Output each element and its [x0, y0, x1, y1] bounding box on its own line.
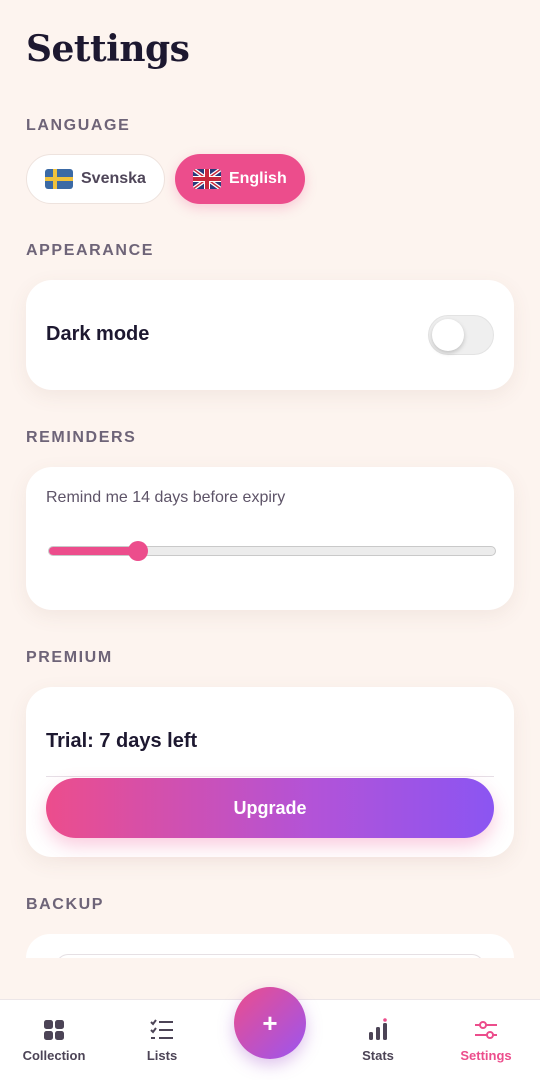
checklist-icon: [150, 1019, 173, 1039]
add-button[interactable]: +: [234, 987, 306, 1059]
toggle-knob: [432, 319, 464, 351]
grid-icon: [44, 1020, 64, 1040]
premium-section-label: PREMIUM: [26, 649, 113, 666]
dark-mode-label: Dark mode: [46, 323, 150, 345]
sweden-flag-icon: [45, 169, 73, 189]
tab-label: Stats: [362, 1048, 394, 1063]
reminder-description: Remind me 14 days before expiry: [46, 489, 286, 506]
tab-label: Lists: [146, 1048, 178, 1063]
divider: [46, 776, 494, 777]
page-title: Settings: [26, 28, 190, 70]
tab-label: Collection: [22, 1048, 86, 1063]
language-option-label: Svenska: [81, 170, 146, 187]
dark-mode-toggle[interactable]: [428, 315, 494, 355]
tab-lists[interactable]: Lists: [112, 1000, 212, 1080]
backup-section-label: BACKUP: [26, 896, 105, 913]
uk-flag-icon: [192, 169, 221, 189]
slider-thumb[interactable]: [128, 541, 149, 561]
tab-settings[interactable]: Settings: [436, 1000, 536, 1080]
language-option-label: English: [228, 170, 287, 187]
reminders-card: Remind me 14 days before expiry: [26, 467, 514, 610]
slider-fill: [49, 547, 139, 555]
appearance-card: Dark mode: [26, 280, 514, 390]
appearance-section-label: APPEARANCE: [26, 242, 155, 259]
upgrade-button[interactable]: Upgrade: [46, 778, 494, 838]
language-options: Svenska English: [26, 154, 305, 204]
premium-card: Trial: 7 days left Upgrade: [26, 687, 514, 857]
language-section-label: LANGUAGE: [26, 117, 131, 134]
trial-status: Trial: 7 days left: [46, 730, 198, 752]
backup-card-inner: [56, 954, 484, 958]
reminders-section-label: REMINDERS: [26, 429, 137, 446]
sliders-icon: [475, 1021, 497, 1039]
tab-label: Settings: [460, 1048, 512, 1063]
reminder-slider[interactable]: [48, 541, 496, 561]
tab-stats[interactable]: Stats: [328, 1000, 428, 1080]
bar-chart-icon: [369, 1018, 387, 1040]
language-option-svenska[interactable]: Svenska: [26, 154, 165, 204]
tab-collection[interactable]: Collection: [4, 1000, 104, 1080]
backup-card: [26, 934, 514, 958]
language-option-english[interactable]: English: [174, 154, 305, 204]
